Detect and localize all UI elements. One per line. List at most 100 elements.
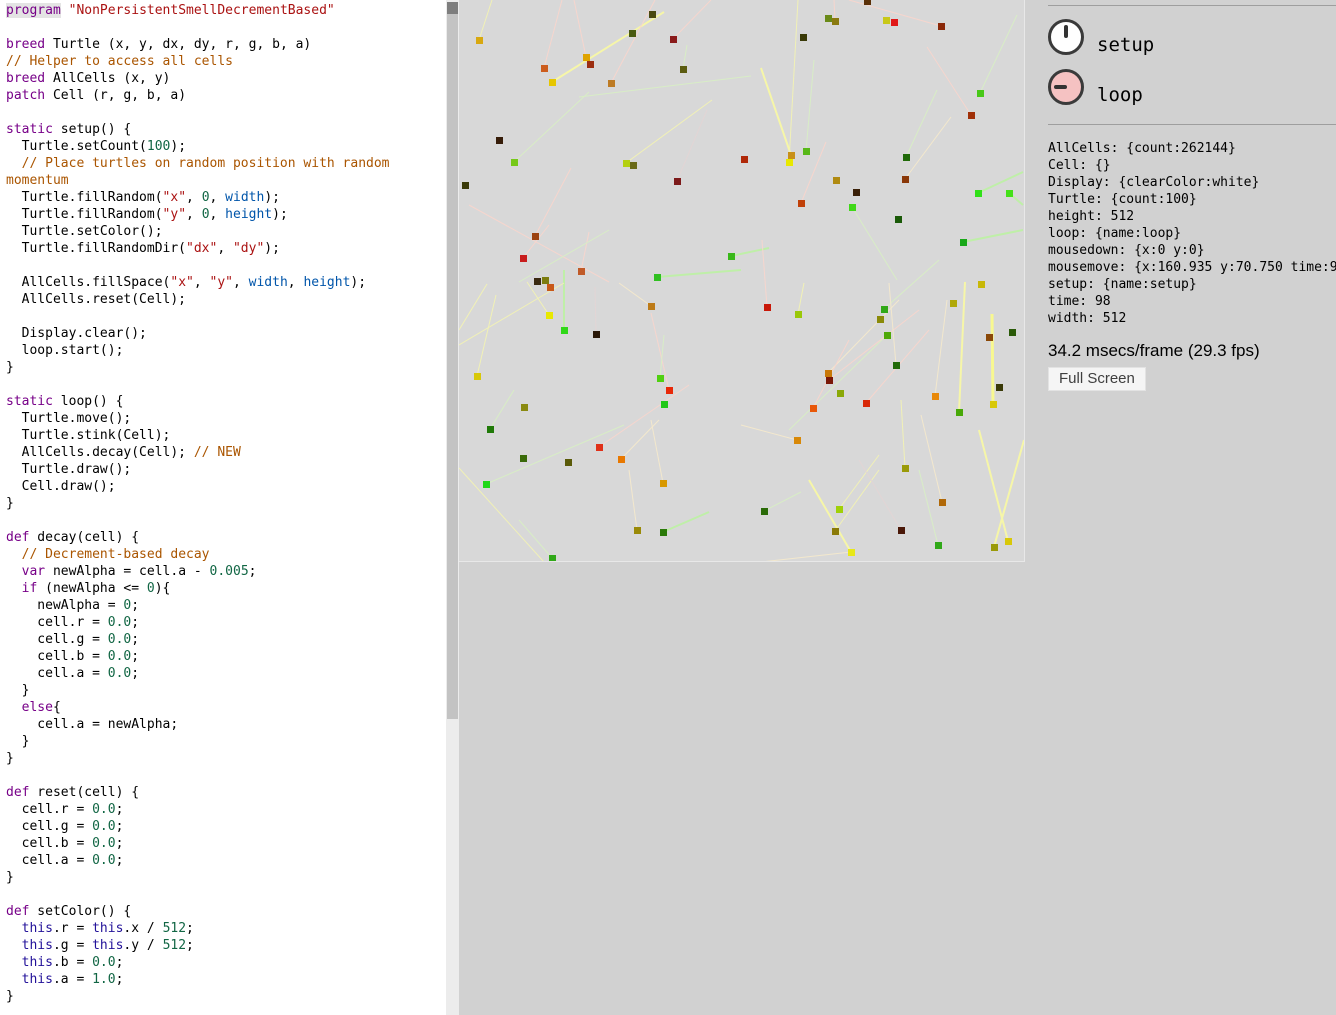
turtle: [487, 426, 494, 433]
turtle-trail: [619, 283, 651, 306]
code-editor[interactable]: program "NonPersistentSmellDecrementBase…: [0, 0, 446, 1015]
debug-output: AllCells: {count:262144}Cell: {}Display:…: [1048, 140, 1336, 327]
code-line: cell.r = 0.0;: [6, 801, 446, 818]
turtle-trail: [660, 335, 664, 378]
turtle: [761, 508, 768, 515]
turtle: [803, 148, 810, 155]
code-line: cell.b = 0.0;: [6, 835, 446, 852]
turtle: [532, 233, 539, 240]
turtle-trail: [789, 335, 887, 430]
turtle: [884, 332, 891, 339]
code-line: Turtle.setColor();: [6, 223, 446, 240]
turtle: [587, 61, 594, 68]
turtle-trail: [806, 60, 814, 151]
turtle: [541, 65, 548, 72]
turtle-trail: [544, 0, 562, 68]
code-line: Turtle.setCount(100);: [6, 138, 446, 155]
code-line: Turtle.draw();: [6, 461, 446, 478]
turtle-trail: [579, 76, 751, 97]
turtle-trail: [514, 92, 589, 162]
code-line: }: [6, 359, 446, 376]
turtle-trail: [762, 240, 767, 307]
turtle-trail: [978, 172, 1023, 193]
turtle-trail: [834, 0, 835, 21]
turtle: [939, 499, 946, 506]
debug-line: Turtle: {count:100}: [1048, 191, 1336, 208]
editor-scrollbar[interactable]: [446, 0, 459, 1015]
debug-line: mousemove: {x:160.935 y:70.750 time:9: [1048, 259, 1336, 276]
turtle: [863, 400, 870, 407]
turtle: [520, 255, 527, 262]
code-line: this.r = this.x / 512;: [6, 920, 446, 937]
turtle-trail: [992, 314, 993, 404]
turtle: [833, 177, 840, 184]
debug-line: loop: {name:loop}: [1048, 225, 1336, 242]
code-line: Turtle.fillRandom("y", 0, height);: [6, 206, 446, 223]
turtle: [648, 303, 655, 310]
turtle: [853, 189, 860, 196]
turtle: [978, 281, 985, 288]
simulation-canvas[interactable]: [459, 0, 1025, 562]
scrollbar-thumb[interactable]: [447, 14, 458, 719]
code-line: program "NonPersistentSmellDecrementBase…: [6, 2, 446, 19]
setup-control: setup: [1048, 19, 1154, 55]
turtle: [891, 19, 898, 26]
turtle: [898, 527, 905, 534]
turtle: [666, 387, 673, 394]
turtle-trail: [906, 90, 937, 157]
turtle: [832, 528, 839, 535]
loop-dial-button[interactable]: [1048, 69, 1084, 105]
turtle-trail: [651, 420, 663, 483]
turtle: [680, 66, 687, 73]
code-line: Turtle.fillRandomDir("dx", "dy");: [6, 240, 446, 257]
turtle: [593, 331, 600, 338]
code-line: AllCells.reset(Cell);: [6, 291, 446, 308]
turtle-trail: [901, 400, 905, 468]
turtle: [561, 327, 568, 334]
code-line: cell.b = 0.0;: [6, 648, 446, 665]
turtle-trail: [764, 492, 801, 511]
turtle: [883, 17, 890, 24]
code-line: newAlpha = 0;: [6, 597, 446, 614]
turtle: [991, 544, 998, 551]
turtle: [534, 278, 541, 285]
code-line: }: [6, 988, 446, 1005]
code-line: cell.g = 0.0;: [6, 818, 446, 835]
turtle-trail: [677, 110, 707, 181]
turtle: [583, 54, 590, 61]
turtle-trail: [581, 232, 589, 271]
turtle-trail: [889, 283, 896, 365]
code-line: [6, 886, 446, 903]
turtle-trail: [829, 310, 919, 380]
debug-line: height: 512: [1048, 208, 1336, 225]
loop-button-label[interactable]: loop: [1097, 85, 1143, 105]
turtle: [741, 156, 748, 163]
turtle: [764, 304, 771, 311]
turtle: [657, 375, 664, 382]
turtle: [565, 459, 572, 466]
turtle-trail: [809, 480, 851, 552]
turtle: [462, 182, 469, 189]
code-line: loop.start();: [6, 342, 446, 359]
turtle-trail: [629, 470, 637, 530]
turtle-trail: [459, 284, 487, 330]
setup-button-label[interactable]: setup: [1097, 35, 1154, 55]
scrollbar-up-button[interactable]: [447, 2, 458, 14]
turtle-trail: [657, 270, 741, 277]
turtle-trail: [477, 295, 496, 376]
turtle: [903, 154, 910, 161]
divider-middle: [1048, 124, 1336, 125]
turtle-trail: [798, 283, 804, 314]
turtle: [932, 393, 939, 400]
turtle: [1009, 329, 1016, 336]
turtle: [542, 277, 549, 284]
turtle-trail: [599, 385, 689, 447]
code-line: cell.a = 0.0;: [6, 665, 446, 682]
fullscreen-button[interactable]: Full Screen: [1048, 367, 1146, 391]
setup-dial-button[interactable]: [1048, 19, 1084, 55]
turtle: [837, 390, 844, 397]
code-line: static setup() {: [6, 121, 446, 138]
turtle: [864, 0, 871, 5]
turtle-trail: [535, 168, 571, 236]
dial-hand-icon: [1064, 25, 1068, 38]
